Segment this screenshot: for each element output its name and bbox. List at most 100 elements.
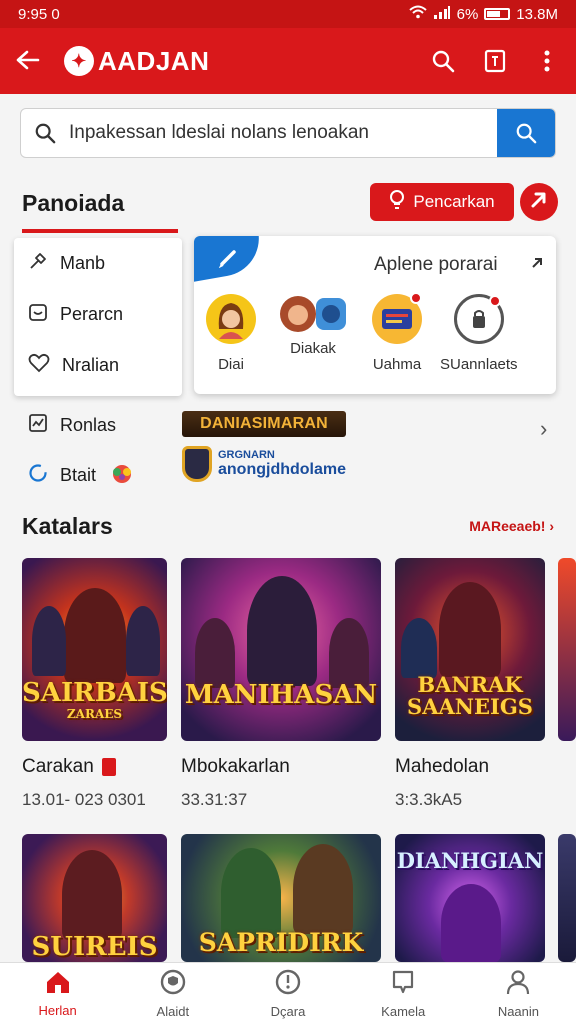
- home-icon: [44, 970, 72, 997]
- red-badge-icon: [101, 757, 116, 776]
- battery-icon: [484, 8, 511, 20]
- search-submit-button[interactable]: [497, 109, 555, 157]
- status-time: 9:95 0: [18, 5, 60, 23]
- section-title[interactable]: Panoiada: [22, 190, 124, 217]
- nav-item-dcara[interactable]: Dçara: [230, 963, 345, 1024]
- calendar-icon: [28, 302, 48, 327]
- lock-avatar: [453, 294, 504, 344]
- status-clock: 13.8M: [516, 5, 558, 23]
- find-button[interactable]: Pencarkan: [370, 183, 514, 221]
- nav-label: Dçara: [270, 1003, 306, 1019]
- see-more-link[interactable]: MAReeaeb! ›: [469, 518, 554, 534]
- notification-dot: [488, 295, 501, 307]
- find-button-label: Pencarkan: [413, 192, 495, 211]
- game-card-image[interactable]: SAPRIDIRK: [181, 834, 381, 962]
- avatar: [206, 294, 256, 344]
- hero-figure: [64, 588, 126, 683]
- notification-dot: [410, 292, 422, 304]
- user-icon: [505, 969, 531, 998]
- section-underline: [22, 229, 178, 233]
- suggestion-card[interactable]: Aplene porarai Diai Diakak Uahma SUannla…: [194, 236, 556, 394]
- back-arrow-icon[interactable]: [16, 44, 56, 78]
- nav-label: Naanin: [497, 1003, 540, 1019]
- go-arrow-button[interactable]: [520, 183, 558, 221]
- hero-figure: [195, 618, 235, 688]
- game-card-image-partial[interactable]: [558, 558, 576, 741]
- refresh-icon: [28, 463, 48, 488]
- hero-figure: [32, 606, 66, 676]
- shield-logo-icon: [182, 446, 212, 482]
- badge-art-icon: [108, 462, 136, 489]
- nav-item-kamela[interactable]: Kamela: [346, 963, 461, 1024]
- nav-label: Herlan: [38, 1002, 77, 1018]
- hero-figure: [441, 884, 501, 962]
- promo-banner[interactable]: DANIASIMARAN: [182, 411, 346, 437]
- avatar: [372, 292, 422, 344]
- menu-item-label: Perarcn: [60, 304, 124, 324]
- banner-title: anongjdhdolame: [218, 461, 346, 478]
- tools-icon: [28, 251, 48, 276]
- game-card-image[interactable]: MANIHASAN: [181, 558, 381, 741]
- pencil-icon[interactable]: [218, 246, 240, 273]
- hero-figure: [247, 576, 317, 686]
- nav-label: Kamela: [381, 1003, 426, 1019]
- hero-figure: [62, 850, 122, 940]
- banner-subtitle: GRGNARN: [218, 449, 275, 461]
- avatar-label: Diakak: [290, 340, 336, 357]
- bulb-icon: [389, 189, 405, 215]
- avatar-item[interactable]: Diakak: [278, 294, 348, 357]
- more-vert-icon[interactable]: [534, 48, 560, 74]
- nav-item-alaidt[interactable]: Alaidt: [115, 963, 230, 1024]
- list-item-label: Btait: [60, 465, 97, 485]
- menu-item-perarcn[interactable]: Perarcn: [14, 289, 182, 340]
- card-art-subtitle: ZARAES: [66, 707, 123, 721]
- list-item-btait[interactable]: Btait: [28, 462, 136, 489]
- game-card-meta: 13.01- 023 0301: [22, 790, 146, 809]
- game-card-name[interactable]: Mbokakarlan: [181, 756, 290, 778]
- wifi-icon: [408, 5, 427, 23]
- brand-logo[interactable]: ✦ AADJAN: [64, 46, 209, 77]
- menu-item-label: Nralian: [62, 355, 120, 375]
- shield-icon: [160, 969, 186, 998]
- game-card-meta: 3:3.3kA5: [395, 790, 463, 809]
- dropdown-menu: Manb Perarcn Nralian: [14, 238, 182, 396]
- search-input[interactable]: [69, 122, 497, 144]
- search-icon[interactable]: [430, 48, 456, 74]
- list-item-ronlas[interactable]: Ronlas: [28, 413, 116, 438]
- search-field-icon: [21, 122, 69, 144]
- tab-switch-icon[interactable]: [482, 48, 508, 74]
- game-card-name[interactable]: Mahedolan: [395, 756, 489, 778]
- promo-banner-secondary[interactable]: GRGNARN anongjdhdolame: [182, 446, 346, 482]
- compass-icon: [275, 969, 301, 998]
- card-art-title: DIANHGIAN: [396, 848, 544, 873]
- game-card-image[interactable]: SAIRBAIS ZARAES: [22, 558, 167, 741]
- menu-item-nralian[interactable]: Nralian: [14, 340, 182, 391]
- avatar-label: SUannlaets: [440, 356, 518, 373]
- game-card-image[interactable]: BANRAK SAANEIGS: [395, 558, 545, 741]
- arrow-up-right-icon[interactable]: [530, 254, 544, 275]
- nav-item-profile[interactable]: Naanin: [461, 963, 576, 1024]
- battery-percent: 6%: [456, 5, 479, 23]
- search-bar: [20, 108, 556, 158]
- hero-figure: [126, 606, 160, 676]
- avatar-item[interactable]: SUannlaets: [440, 294, 518, 373]
- menu-item-manb[interactable]: Manb: [14, 238, 182, 289]
- hero-figure: [439, 582, 501, 677]
- bottom-nav: Herlan Alaidt Dçara Kamela Naanin: [0, 962, 576, 1024]
- game-card-image-partial[interactable]: [558, 834, 576, 962]
- hero-figure: [221, 848, 281, 938]
- logo-mark-icon: ✦: [64, 46, 94, 76]
- avatar-item[interactable]: Diai: [206, 294, 256, 373]
- game-card-name[interactable]: Carakan: [22, 756, 116, 778]
- nav-label: Alaidt: [156, 1003, 190, 1019]
- chat-icon: [390, 969, 416, 998]
- nav-item-home[interactable]: Herlan: [0, 963, 115, 1024]
- game-card-image[interactable]: DIANHGIAN: [395, 834, 545, 962]
- game-card-image[interactable]: SUIREIS: [22, 834, 167, 962]
- app-bar: ✦ AADJAN: [0, 28, 576, 94]
- avatar-label: Diai: [218, 356, 244, 373]
- chevron-right-icon[interactable]: ›: [540, 416, 547, 442]
- card-art-title: SAPRIDIRK: [198, 928, 364, 957]
- avatar-item[interactable]: Uahma: [372, 292, 422, 373]
- menu-item-label: Manb: [60, 253, 106, 273]
